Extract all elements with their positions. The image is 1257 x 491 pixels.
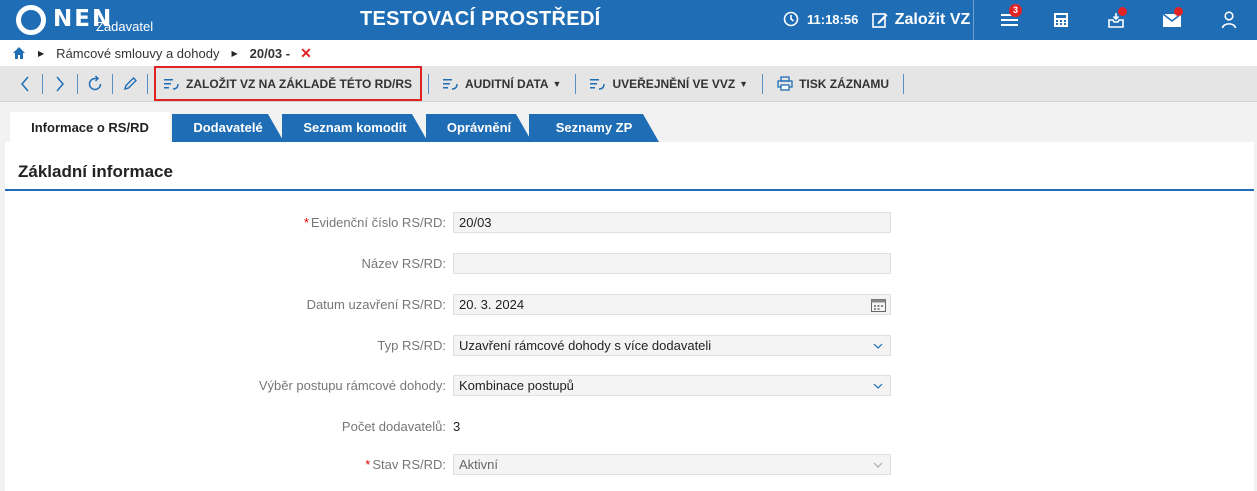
tab-seznamy-zp[interactable]: Seznamy ZP — [529, 114, 659, 142]
mail-notification-dot — [1174, 7, 1183, 16]
datum-field[interactable]: 20. 3. 2024 — [453, 294, 891, 315]
toolbar-divider — [42, 73, 43, 94]
toolbar-divider — [147, 73, 148, 94]
top-bar: NEN Zadavatel TESTOVACÍ PROSTŘEDÍ 11:18:… — [0, 0, 1257, 40]
edit-icon — [871, 13, 888, 28]
nazev-field[interactable] — [453, 253, 891, 274]
print-record-label: TISK ZÁZNAMU — [799, 76, 890, 91]
tab-seznam-komodit[interactable]: Seznam komodit — [282, 114, 428, 142]
toolbar-divider — [762, 73, 764, 94]
record-tabs: Informace o RS/RD Dodavatelé Seznam komo… — [0, 102, 1257, 144]
stav-label-text: Stav RS/RD: — [372, 457, 446, 472]
menu-badge: 3 — [1009, 4, 1022, 17]
evidencni-cislo-label-text: Evidenční číslo RS/RD: — [310, 215, 446, 230]
home-icon[interactable] — [12, 46, 26, 60]
breadcrumb-current: 20/03 - — [249, 45, 291, 61]
typ-select[interactable]: Uzavření rámcové dohody s více dodavatel… — [453, 335, 891, 356]
toolbar-divider — [903, 73, 905, 94]
forward-icon[interactable] — [49, 73, 71, 95]
logo-subtitle: Zadavatel — [96, 19, 154, 34]
toolbar-divider — [575, 73, 577, 94]
create-vz-button[interactable]: Založit VZ — [868, 0, 974, 40]
printer-icon — [777, 76, 793, 91]
evidencni-cislo-field[interactable]: 20/03 — [453, 212, 891, 233]
vyber-value: Kombinace postupů — [459, 378, 574, 393]
inbox-button[interactable] — [1090, 0, 1142, 40]
breadcrumb-item-framework-contracts[interactable]: Rámcové smlouvy a dohody — [56, 46, 219, 61]
vyber-select[interactable]: Kombinace postupů — [453, 375, 891, 396]
pocet-label: Počet dodavatelů: — [341, 419, 446, 434]
evidencni-cislo-label: * Evidenční číslo RS/RD: — [304, 215, 446, 230]
row-evidencni-cislo: * Evidenční číslo RS/RD: 20/03 — [5, 212, 1254, 234]
tab-dodavatele[interactable]: Dodavatelé — [172, 114, 284, 142]
audit-data-label: AUDITNÍ DATA — [465, 76, 549, 91]
action-list-icon — [164, 78, 179, 90]
datum-value: 20. 3. 2024 — [459, 297, 525, 312]
required-marker: * — [365, 457, 371, 472]
logo-circle-icon — [16, 5, 46, 35]
chevron-down-icon[interactable] — [870, 338, 886, 354]
create-vz-from-rs-button[interactable]: ZALOŽIT VZ NA ZÁKLADĚ TÉTO RD/RS — [154, 66, 422, 101]
required-marker: * — [303, 215, 309, 230]
refresh-icon[interactable] — [84, 73, 106, 95]
chevron-down-icon — [870, 457, 886, 473]
publish-vvz-label: UVEŘEJNĚNÍ VE VVZ — [612, 76, 736, 91]
breadcrumb-arrow-icon: ▶ — [231, 48, 238, 58]
create-vz-from-rs-label: ZALOŽIT VZ NA ZÁKLADĚ TÉTO RD/RS — [186, 76, 412, 91]
record-detail-panel: Základní informace * Evidenční číslo RS/R… — [5, 142, 1254, 491]
stav-label: * Stav RS/RD: — [365, 457, 446, 472]
toolbar-divider — [112, 73, 113, 94]
action-list-icon — [590, 78, 606, 90]
chevron-down-icon[interactable] — [870, 378, 886, 394]
clock-time: 11:18:56 — [807, 11, 859, 27]
typ-value: Uzavření rámcové dohody s více dodavatel… — [459, 338, 712, 353]
nazev-label: Název RS/RD: — [361, 256, 446, 271]
mail-button[interactable] — [1146, 0, 1198, 40]
vyber-label: Výběr postupu rámcové dohody: — [258, 378, 446, 393]
calculator-button[interactable] — [1036, 0, 1086, 40]
record-toolbar: ZALOŽIT VZ NA ZÁKLADĚ TÉTO RD/RS AUDITNÍ… — [0, 66, 1257, 102]
action-list-icon — [443, 78, 458, 90]
calculator-icon — [1054, 13, 1068, 27]
toolbar-divider — [428, 73, 429, 94]
row-stav: * Stav RS/RD: Aktivní — [5, 454, 1254, 476]
stav-value: Aktivní — [459, 457, 499, 472]
row-nazev: Název RS/RD: — [5, 253, 1254, 275]
inbox-notification-dot — [1118, 7, 1127, 16]
edit-pencil-icon[interactable] — [119, 73, 141, 95]
breadcrumb-arrow-icon: ▶ — [38, 48, 45, 58]
print-record-button[interactable]: TISK ZÁZNAMU — [769, 66, 897, 102]
datum-label: Datum uzavření RS/RD: — [306, 297, 446, 312]
toolbar-divider — [77, 73, 78, 94]
menu-button[interactable]: 3 — [984, 0, 1036, 40]
caret-down-icon: ▼ — [552, 78, 562, 89]
environment-title: TESTOVACÍ PROSTŘEDÍ — [360, 8, 601, 30]
caret-down-icon: ▼ — [739, 78, 749, 89]
tab-opravneni[interactable]: Oprávnění — [426, 114, 532, 142]
row-datum: Datum uzavření RS/RD: 20. 3. 2024 — [5, 294, 1254, 316]
audit-data-button[interactable]: AUDITNÍ DATA ▼ — [435, 66, 569, 102]
session-clock: 11:18:56 — [783, 11, 858, 27]
row-typ: Typ RS/RD: Uzavření rámcové dohody s víc… — [5, 335, 1254, 357]
user-icon — [1221, 11, 1237, 29]
breadcrumb: ▶ Rámcové smlouvy a dohody ▶ 20/03 - ✕ — [0, 40, 1257, 66]
clock-icon — [783, 11, 799, 27]
typ-label: Typ RS/RD: — [377, 338, 446, 353]
close-record-icon[interactable]: ✕ — [300, 45, 312, 62]
pocet-value: 3 — [453, 419, 461, 434]
back-icon[interactable] — [14, 73, 36, 95]
user-button[interactable] — [1204, 0, 1254, 40]
publish-vvz-button[interactable]: UVEŘEJNĚNÍ VE VVZ ▼ — [582, 66, 756, 102]
stav-select: Aktivní — [453, 454, 891, 475]
row-vyber: Výběr postupu rámcové dohody: Kombinace … — [5, 375, 1254, 397]
calendar-icon[interactable] — [870, 297, 886, 313]
section-title: Základní informace — [18, 162, 173, 181]
section-divider — [5, 189, 1254, 191]
row-pocet: Počet dodavatelů: 3 — [5, 416, 1254, 438]
create-vz-label: Založit VZ — [894, 11, 971, 28]
tab-informace[interactable]: Informace o RS/RD — [10, 112, 170, 144]
